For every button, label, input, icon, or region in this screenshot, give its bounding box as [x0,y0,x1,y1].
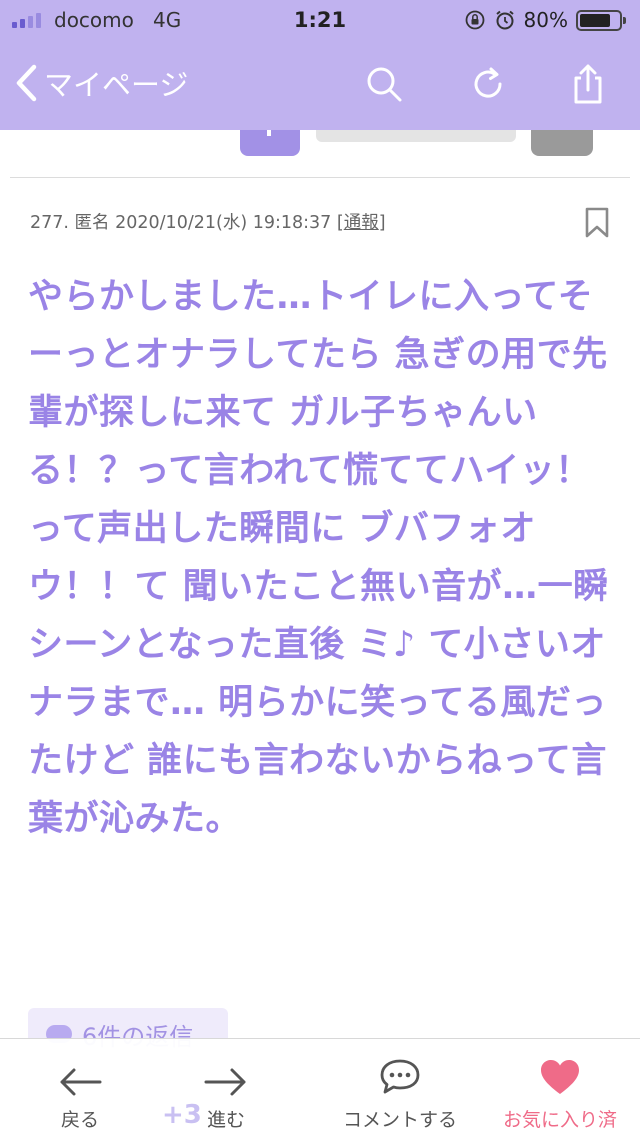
tab-back[interactable]: 戻る [40,1039,120,1136]
report-bracket-close: ] [378,213,386,233]
back-link-label: マイページ [44,68,189,102]
share-icon [574,64,602,104]
arrow-right-icon [204,1068,246,1096]
comment-body: やらかしました…トイレに入ってそーっとオナラしてたら 急ぎの用で先輩が探しに来て… [28,277,609,839]
tab-comment-label: コメントする [342,1109,457,1131]
alarm-icon [495,10,514,30]
status-bar: docomo 4G 1:21 80% [0,0,640,42]
nav-bar: マイページ [0,42,640,130]
tab-back-label: 戻る [60,1109,99,1131]
heart-icon [541,1060,579,1094]
battery-percent: 80% [523,8,568,32]
back-to-mypage-link[interactable]: マイページ [14,62,188,104]
header: docomo 4G 1:21 80% マイページ [0,0,640,130]
badge-plus-three: +3 [162,1100,202,1130]
arrow-left-icon [60,1068,102,1096]
orientation-lock-icon [465,10,484,30]
previous-action-button-gray[interactable] [531,130,593,156]
tab-comment[interactable]: コメントする [330,1039,470,1136]
comment-datetime: 2020/10/21(水) 19:18:37 [115,213,332,233]
comment-meta: 277. 匿名 2020/10/21(水) 19:18:37 [通報] [30,209,386,234]
tab-favorite[interactable]: お気に入り済 [490,1039,630,1136]
share-button[interactable] [566,62,610,106]
comment-author: 匿名 [74,213,110,233]
tab-favorite-label: お気に入り済 [502,1109,617,1131]
reload-icon [474,67,502,98]
previous-comment-actions [0,130,640,158]
previous-action-bar [316,130,516,142]
chevron-left-icon [16,64,37,102]
tab-forward-label: 進む [206,1109,245,1131]
battery-icon [576,9,626,31]
comment-divider [10,177,630,178]
search-icon [367,67,402,102]
report-bracket-open: [ [336,213,344,233]
status-icons: 80% [464,8,626,32]
search-button[interactable] [362,62,406,106]
reload-button[interactable] [466,62,510,106]
report-link[interactable]: 通報 [344,213,379,233]
previous-action-button[interactable] [240,130,300,156]
bottom-toolbar: 戻る 進む コメントする お気に入り済 [0,1038,640,1136]
bookmark-icon[interactable] [584,207,610,239]
comment-bubble-icon [380,1059,420,1094]
comment-number: 277. [30,213,69,233]
